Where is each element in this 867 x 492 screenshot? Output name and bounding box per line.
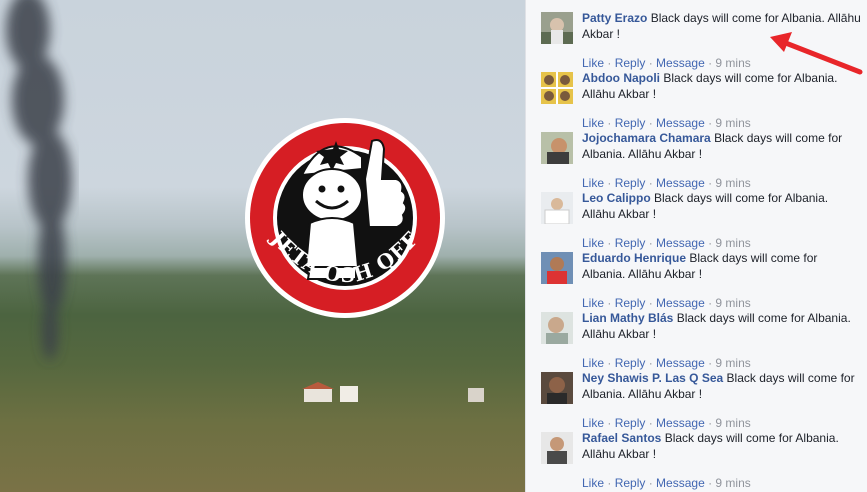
comment-time[interactable]: 9 mins <box>715 116 750 130</box>
comment-time[interactable]: 9 mins <box>715 476 750 490</box>
red-arrow-icon <box>770 32 863 75</box>
comment-time[interactable]: 9 mins <box>715 176 750 190</box>
comment: Ney Shawis P. Las Q Sea Black days will … <box>541 370 863 430</box>
message-link[interactable]: Message <box>656 176 705 190</box>
comment-body: Lian Mathy Blás Black days will come for… <box>582 310 862 342</box>
message-link[interactable]: Message <box>656 296 705 310</box>
reply-link[interactable]: Reply <box>615 356 646 370</box>
message-link[interactable]: Message <box>656 356 705 370</box>
reply-link[interactable]: Reply <box>615 116 646 130</box>
avatar[interactable] <box>541 12 573 44</box>
like-link[interactable]: Like <box>582 416 604 430</box>
comment: Lian Mathy Blás Black days will come for… <box>541 310 863 370</box>
comment-time[interactable]: 9 mins <box>715 236 750 250</box>
reply-link[interactable]: Reply <box>615 476 646 490</box>
comment-body: Jojochamara Chamara Black days will come… <box>582 130 862 162</box>
comment-body: Ney Shawis P. Las Q Sea Black days will … <box>582 370 862 402</box>
comment-actions: Like · Reply · Message · 9 mins <box>582 56 751 70</box>
comment-author[interactable]: Lian Mathy Blás <box>582 311 673 325</box>
smoke-plume <box>6 0 72 360</box>
comment-actions: Like · Reply · Message · 9 mins <box>582 356 751 370</box>
reply-link[interactable]: Reply <box>615 236 646 250</box>
comment-time[interactable]: 9 mins <box>715 296 750 310</box>
comment: Rafael Santos Black days will come for A… <box>541 430 863 490</box>
comment-time[interactable]: 9 mins <box>715 56 750 70</box>
comment-author[interactable]: Patty Erazo <box>582 11 647 25</box>
comment: Jojochamara Chamara Black days will come… <box>541 130 863 190</box>
comment-author[interactable]: Rafael Santos <box>582 431 661 445</box>
comment-time[interactable]: 9 mins <box>715 416 750 430</box>
like-link[interactable]: Like <box>582 236 604 250</box>
like-link[interactable]: Like <box>582 116 604 130</box>
avatar[interactable] <box>541 312 573 344</box>
comment: Eduardo Henrique Black days will come fo… <box>541 250 863 310</box>
comment-author[interactable]: Ney Shawis P. Las Q Sea <box>582 371 723 385</box>
comment-actions: Like · Reply · Message · 9 mins <box>582 176 751 190</box>
comment-author[interactable]: Jojochamara Chamara <box>582 131 711 145</box>
message-link[interactable]: Message <box>656 236 705 250</box>
comment: Abdoo Napoli Black days will come for Al… <box>541 70 863 130</box>
comment-actions: Like · Reply · Message · 9 mins <box>582 296 751 310</box>
like-link[interactable]: Like <box>582 56 604 70</box>
comment-actions: Like · Reply · Message · 9 mins <box>582 116 751 130</box>
message-link[interactable]: Message <box>656 476 705 490</box>
avatar[interactable] <box>541 432 573 464</box>
like-link[interactable]: Like <box>582 356 604 370</box>
comment-time[interactable]: 9 mins <box>715 356 750 370</box>
reply-link[interactable]: Reply <box>615 56 646 70</box>
avatar[interactable] <box>541 192 573 224</box>
avatar[interactable] <box>541 72 573 104</box>
like-link[interactable]: Like <box>582 296 604 310</box>
comment-actions: Like · Reply · Message · 9 mins <box>582 416 751 430</box>
comment-actions: Like · Reply · Message · 9 mins <box>582 236 751 250</box>
post-photo[interactable]: JETA OSH QEF <box>0 0 525 492</box>
like-link[interactable]: Like <box>582 176 604 190</box>
avatar[interactable] <box>541 372 573 404</box>
like-link[interactable]: Like <box>582 476 604 490</box>
avatar[interactable] <box>541 252 573 284</box>
message-link[interactable]: Message <box>656 116 705 130</box>
comment-body: Eduardo Henrique Black days will come fo… <box>582 250 862 282</box>
comment-actions: Like · Reply · Message · 9 mins <box>582 476 751 490</box>
comment-body: Leo Calippo Black days will come for Alb… <box>582 190 862 222</box>
comment-body: Rafael Santos Black days will come for A… <box>582 430 862 462</box>
avatar[interactable] <box>541 132 573 164</box>
message-link[interactable]: Message <box>656 416 705 430</box>
reply-link[interactable]: Reply <box>615 416 646 430</box>
reply-link[interactable]: Reply <box>615 296 646 310</box>
jeta-osh-qef-logo: JETA OSH QEF <box>245 118 445 318</box>
comment: Leo Calippo Black days will come for Alb… <box>541 190 863 250</box>
message-link[interactable]: Message <box>656 56 705 70</box>
comment-author[interactable]: Leo Calippo <box>582 191 651 205</box>
comment-author[interactable]: Abdoo Napoli <box>582 71 660 85</box>
houses <box>302 382 484 402</box>
comment-author[interactable]: Eduardo Henrique <box>582 251 686 265</box>
reply-link[interactable]: Reply <box>615 176 646 190</box>
